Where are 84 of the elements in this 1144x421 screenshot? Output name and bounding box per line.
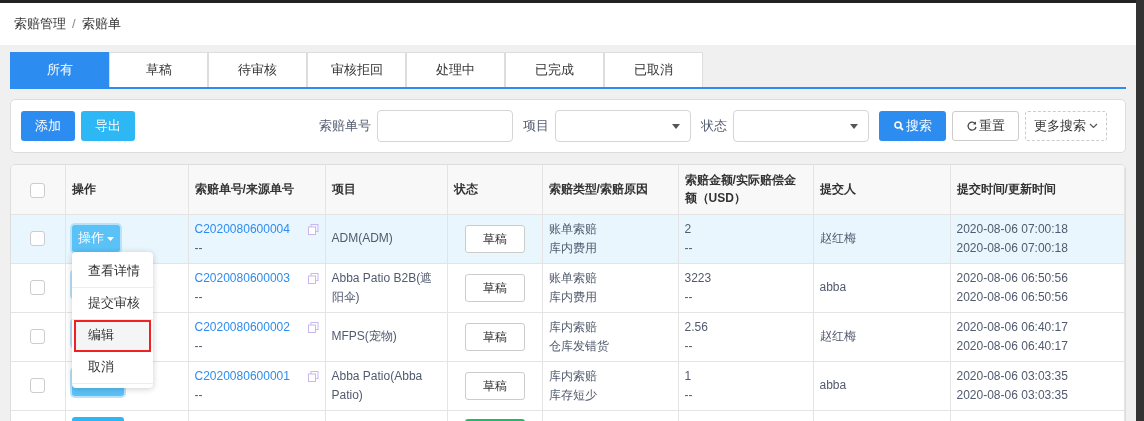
column-header: 索赔金额/实际赔偿金额（USD） — [684, 173, 796, 206]
tab[interactable]: 已取消 — [604, 52, 703, 87]
submitted-time: 2020-08-06 03:03:35 — [956, 367, 1069, 385]
claim-amount: 2 — [684, 220, 693, 238]
submitted-time: 2020-08-06 07:00:18 — [956, 220, 1069, 238]
status-label: 草稿 — [464, 273, 525, 302]
updated-time: 2020-08-06 07:00:18 — [956, 239, 1069, 257]
status-label: 草稿 — [464, 371, 525, 400]
claim-type: 库内索赔 — [548, 318, 598, 336]
project-name: ADM(ADM) — [331, 230, 394, 247]
source-number: -- — [194, 337, 204, 355]
copy-icon[interactable] — [307, 223, 319, 235]
claim-number-link[interactable]: C2020080600003 — [194, 268, 290, 288]
updated-time: 2020-08-06 03:03:35 — [956, 386, 1069, 404]
submitter-name: abba — [819, 378, 847, 392]
submitter-name: 赵红梅 — [819, 231, 856, 245]
row-checkbox[interactable] — [30, 231, 46, 247]
column-header: 提交时间/更新时间 — [956, 182, 1056, 197]
project-name: Abba Patio B2B(遮阳伞) — [331, 269, 434, 306]
tab[interactable]: 审核拒回 — [307, 52, 406, 87]
claim-type: 账单索赔 — [548, 220, 598, 238]
select-all-checkbox[interactable] — [30, 182, 46, 198]
breadcrumb-separator: / — [72, 15, 76, 34]
claim-reason: 库内费用 — [548, 239, 598, 257]
updated-time: 2020-08-06 06:50:56 — [956, 288, 1069, 306]
copy-icon[interactable] — [307, 321, 319, 333]
copy-icon[interactable] — [307, 272, 319, 284]
status-label: 草稿 — [464, 224, 525, 253]
filter-label: 索赔单号 — [319, 117, 371, 135]
submitted-time: 2020-08-06 06:40:17 — [956, 318, 1069, 336]
actual-amount: -- — [684, 239, 694, 257]
actual-amount: -- — [684, 337, 694, 355]
reset-button[interactable]: 重置 — [952, 111, 1019, 141]
claim-reason: 库内费用 — [548, 288, 598, 306]
actual-amount: -- — [684, 288, 694, 306]
input-field[interactable] — [377, 110, 513, 142]
breadcrumb-current: 索赔单 — [81, 15, 121, 34]
row-checkbox[interactable] — [30, 329, 46, 345]
chevron-down-icon — [1089, 123, 1099, 130]
breadcrumb-link[interactable]: 索赔管理 — [14, 14, 66, 34]
column-header: 索赔单号/来源单号 — [194, 182, 294, 197]
source-number: -- — [194, 239, 204, 257]
filter-label: 项目 — [523, 117, 549, 135]
copy-icon[interactable] — [307, 370, 319, 382]
dropdown-caret-icon — [672, 123, 680, 129]
claim-amount: 3223 — [684, 269, 713, 287]
search-icon — [893, 121, 904, 132]
actual-amount: -- — [684, 386, 694, 404]
source-number: -- — [194, 288, 204, 306]
menu-item[interactable]: 编辑 — [73, 319, 151, 352]
claim-type: 库内索赔 — [548, 367, 598, 385]
claim-amount: 2.56 — [684, 318, 709, 336]
row-checkbox[interactable] — [30, 378, 46, 394]
claim-number-link[interactable]: C2020080600002 — [194, 317, 290, 337]
submitter-name: 赵红梅 — [819, 329, 856, 343]
submitted-time: 2020-08-06 06:50:56 — [956, 269, 1069, 287]
refresh-icon — [966, 121, 977, 132]
project-name: Abba Patio(Abba Patio) — [331, 367, 424, 404]
updated-time: 2020-08-06 06:40:17 — [956, 337, 1069, 355]
column-header: 索赔类型/索赔原因 — [548, 182, 648, 197]
column-header: 提交人 — [819, 182, 856, 197]
claim-number-link[interactable]: C2020080600001 — [194, 366, 290, 386]
source-number: -- — [194, 386, 204, 404]
row-checkbox[interactable] — [30, 280, 46, 296]
tab[interactable]: 草稿 — [109, 52, 208, 87]
tab[interactable]: 待审核 — [208, 52, 307, 87]
filter-label: 状态 — [701, 117, 727, 135]
submitter-name: abba — [819, 280, 847, 294]
column-header: 操作 — [71, 182, 96, 197]
claim-reason: 库存短少 — [548, 386, 598, 404]
claim-type: 账单索赔 — [548, 269, 598, 287]
tab[interactable]: 已完成 — [505, 52, 604, 87]
select-field[interactable] — [555, 110, 691, 142]
more-search-button[interactable]: 更多搜索 — [1025, 111, 1107, 141]
status-label: 草稿 — [464, 322, 525, 351]
claim-amount: 1 — [684, 367, 693, 385]
claim-reason: 仓库发错货 — [548, 337, 610, 355]
dropdown-caret-icon — [850, 123, 858, 129]
column-header: 项目 — [331, 182, 356, 197]
caret-icon — [107, 236, 114, 241]
column-header: 状态 — [453, 182, 478, 197]
project-name: MFPS(宠物) — [331, 328, 398, 345]
select-field[interactable] — [733, 110, 869, 142]
tab[interactable]: 处理中 — [406, 52, 505, 87]
